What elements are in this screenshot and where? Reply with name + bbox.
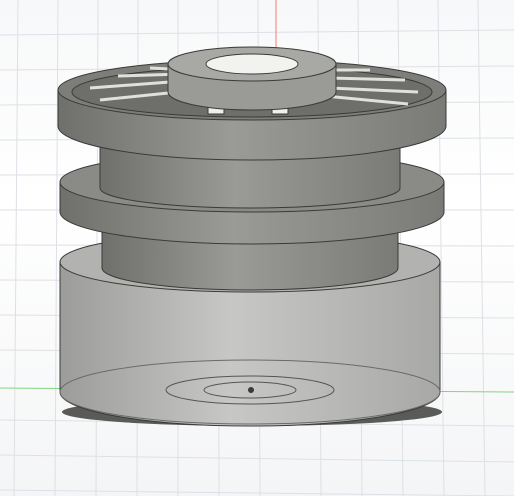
origin-point[interactable]	[248, 387, 254, 393]
center-bore[interactable]	[205, 53, 299, 75]
viewport-canvas[interactable]	[0, 0, 514, 496]
spool-model[interactable]	[57, 46, 447, 427]
3d-viewport[interactable]	[0, 0, 514, 496]
